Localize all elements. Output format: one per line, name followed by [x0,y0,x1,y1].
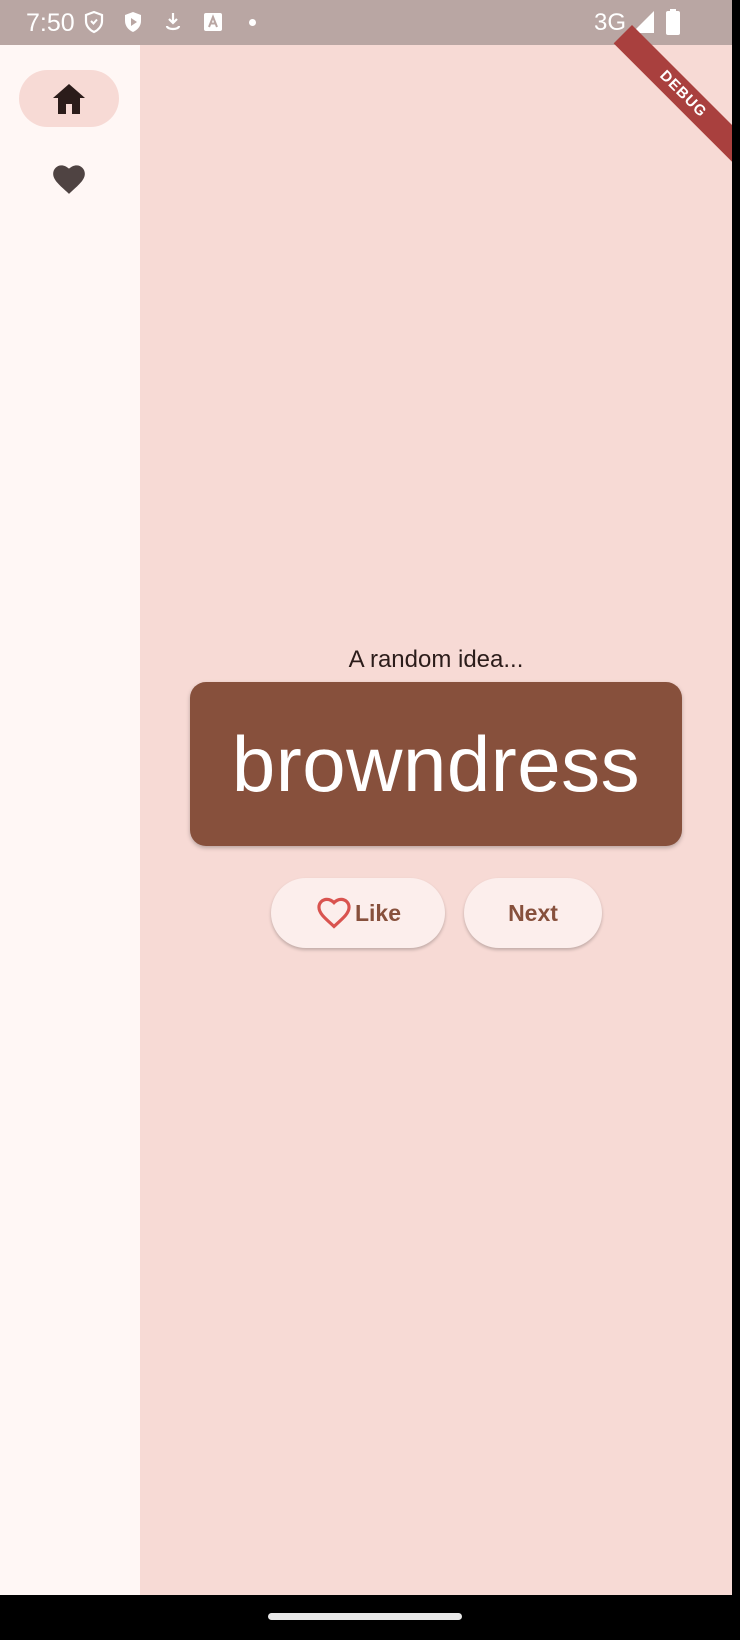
next-label: Next [508,899,558,926]
battery-icon [664,8,682,36]
system-navigation-bar [0,1595,740,1640]
home-indicator[interactable] [268,1613,462,1620]
network-type: 3G [594,9,627,36]
nav-item-home[interactable] [19,70,119,127]
notification-dot-icon [249,19,256,26]
idea-word: browndress [231,720,641,808]
idea-caption: A random idea... [348,646,524,673]
navigation-rail [0,45,140,1595]
home-icon [51,82,87,116]
shield-outline-icon [82,10,106,34]
translate-icon [201,10,225,34]
main-content: A random idea... browndress Like Next [140,45,732,1595]
app-screen: 7:50 3G A random idea... browndress Like… [0,0,732,1595]
heart-outline-icon [315,894,353,932]
like-button[interactable]: Like [271,878,445,948]
status-time: 7:50 [26,9,75,37]
like-label: Like [354,899,402,926]
next-button[interactable]: Next [464,878,602,948]
nav-item-favorites[interactable] [44,153,94,203]
download-icon [161,10,185,34]
idea-card: browndress [190,682,682,846]
play-protect-icon [121,10,145,34]
heart-icon [50,160,88,196]
